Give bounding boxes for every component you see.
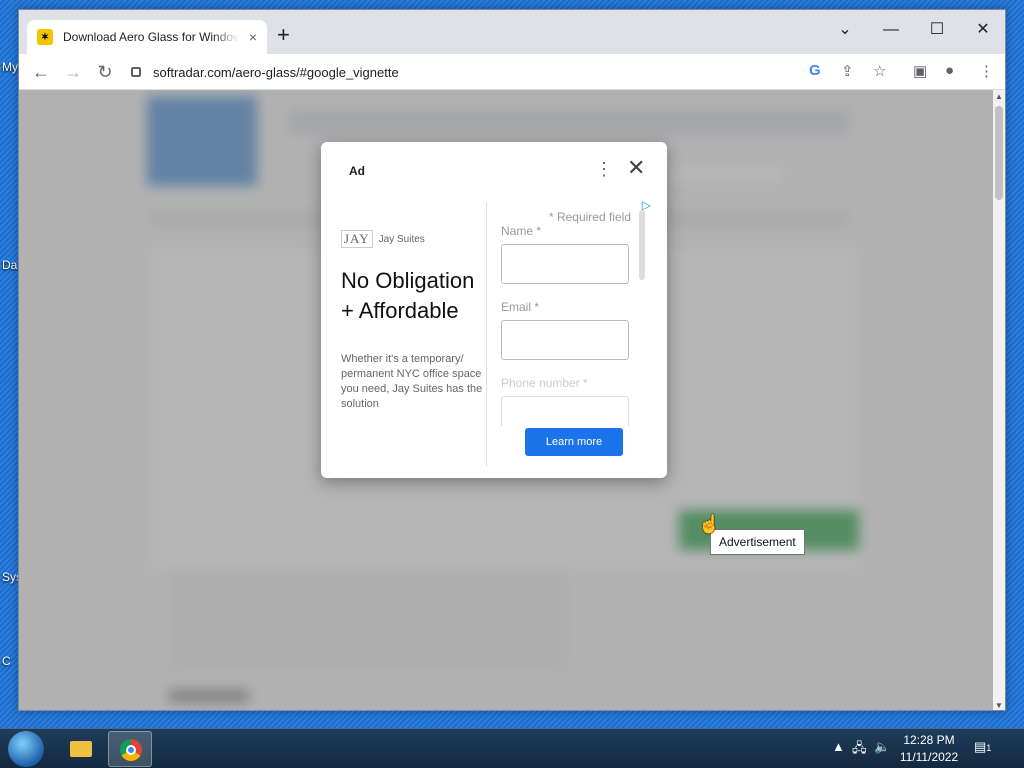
brand-logo: JAY bbox=[341, 230, 373, 248]
sidebar-icon[interactable]: ▣ bbox=[913, 62, 927, 80]
scroll-up-icon[interactable]: ▲ bbox=[995, 92, 1003, 101]
page-scrollbar[interactable]: ▲ ▼ bbox=[993, 90, 1005, 710]
lock-icon[interactable] bbox=[131, 67, 141, 77]
browser-titlebar: ✶ Download Aero Glass for Windows × + ⌄ … bbox=[19, 10, 1005, 54]
desktop-icon-label[interactable]: My bbox=[2, 60, 18, 74]
browser-tab[interactable]: ✶ Download Aero Glass for Windows × bbox=[27, 20, 267, 54]
ad-body-text: Whether it's a temporary/ permanent NYC … bbox=[341, 353, 483, 410]
star-icon[interactable]: ☆ bbox=[873, 62, 886, 80]
ad-headline: No Obligation + Affordable bbox=[341, 268, 475, 323]
tab-title: Download Aero Glass for Windows bbox=[63, 30, 239, 44]
desktop-icon-label[interactable]: Da bbox=[2, 258, 17, 272]
more-options-icon[interactable]: ⋮ bbox=[595, 160, 613, 178]
scroll-down-icon[interactable]: ▼ bbox=[995, 701, 1003, 710]
action-center-icon[interactable]: ▤1 bbox=[974, 739, 991, 755]
google-icon[interactable]: G bbox=[809, 62, 821, 79]
email-field[interactable] bbox=[501, 320, 629, 360]
tab-search-icon[interactable]: ⌄ bbox=[825, 15, 865, 45]
back-button[interactable]: ← bbox=[27, 58, 55, 86]
maximize-button[interactable]: ☐ bbox=[917, 15, 957, 45]
volume-icon[interactable]: 🔈 bbox=[874, 739, 890, 755]
desktop-icon-label[interactable]: C bbox=[2, 654, 11, 668]
required-field-note: * Required field bbox=[548, 210, 631, 224]
clock-date: 11/11/2022 bbox=[899, 750, 959, 764]
email-field-label: Email * bbox=[501, 300, 540, 314]
url-text: softradar.com/aero-glass/#google_vignett… bbox=[153, 64, 399, 80]
ad-dialog: Ad ⋮ ✕ JAY Jay Suites No Obligation + Af… bbox=[321, 142, 667, 478]
form-scrollbar[interactable] bbox=[639, 210, 645, 280]
start-button[interactable] bbox=[8, 731, 44, 767]
file-explorer-icon[interactable] bbox=[58, 731, 102, 767]
phone-field-label: Phone number * bbox=[501, 376, 588, 390]
new-tab-button[interactable]: + bbox=[277, 24, 290, 46]
close-ad-button[interactable]: ✕ bbox=[627, 156, 645, 180]
system-clock[interactable]: 12:28 PM 11/11/2022 bbox=[892, 732, 966, 766]
name-field[interactable] bbox=[501, 244, 629, 284]
show-hidden-icons-icon[interactable]: ▲ bbox=[832, 739, 845, 754]
share-icon[interactable]: ⇪ bbox=[841, 62, 854, 80]
ad-label: Ad bbox=[349, 164, 365, 178]
phone-field[interactable] bbox=[501, 396, 629, 426]
advertisement-tooltip: Advertisement bbox=[710, 529, 805, 555]
network-icon[interactable]: 🖧 bbox=[852, 739, 867, 761]
forward-button[interactable]: → bbox=[59, 58, 87, 86]
ad-creative[interactable]: JAY Jay Suites No Obligation + Affordabl… bbox=[341, 202, 487, 466]
minimize-button[interactable]: — bbox=[871, 15, 911, 45]
brand-name: Jay Suites bbox=[378, 233, 425, 245]
advertiser-brand: JAY Jay Suites bbox=[341, 230, 486, 248]
learn-more-button[interactable]: Learn more bbox=[525, 428, 623, 456]
notification-count: 1 bbox=[986, 743, 992, 753]
profile-icon[interactable]: ● bbox=[945, 62, 954, 79]
taskbar: ▲ 🖧 🔈 12:28 PM 11/11/2022 ▤1 bbox=[0, 728, 1024, 768]
name-field-label: Name * bbox=[501, 224, 542, 238]
tab-close-icon[interactable]: × bbox=[249, 29, 257, 45]
browser-toolbar: ← → ↻ softradar.com/aero-glass/#google_v… bbox=[19, 54, 1005, 90]
scroll-thumb[interactable] bbox=[995, 106, 1003, 200]
clock-time: 12:28 PM bbox=[903, 733, 955, 747]
lead-form: ▷ * Required field Name * Email * Phone … bbox=[501, 198, 651, 426]
favicon-icon: ✶ bbox=[37, 29, 53, 45]
close-window-button[interactable]: ✕ bbox=[963, 15, 1003, 45]
menu-icon[interactable]: ⋮ bbox=[979, 62, 994, 80]
reload-button[interactable]: ↻ bbox=[91, 58, 119, 86]
address-bar[interactable]: softradar.com/aero-glass/#google_vignett… bbox=[129, 58, 869, 86]
hand-cursor-icon: ☝ bbox=[698, 514, 721, 534]
chrome-taskbar-icon[interactable] bbox=[108, 731, 152, 767]
